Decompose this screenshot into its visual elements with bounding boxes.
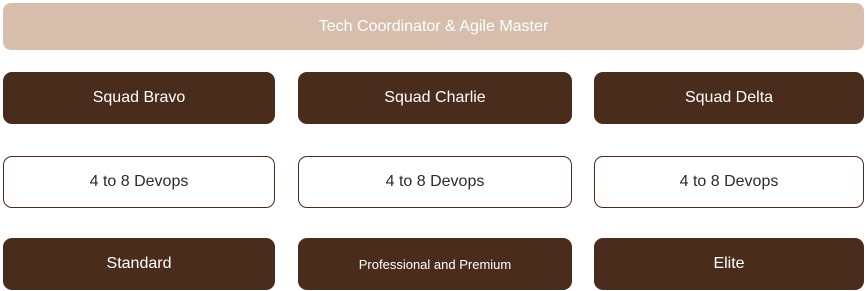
squad-name: Squad Delta (684, 89, 774, 106)
coordinator-header: Tech Coordinator & Agile Master (3, 3, 864, 50)
squad-charlie-tier-box: Professional and Premium (298, 238, 572, 290)
squad-charlie-box: Squad Charlie (298, 72, 572, 124)
tier-label: Standard (106, 255, 172, 272)
squad-bravo-box: Squad Bravo (3, 72, 275, 124)
squad-bravo-team-box: 4 to 8 Devops (3, 156, 275, 208)
tier-label: Professional and Premium (358, 256, 512, 272)
team-size: 4 to 8 Devops (679, 173, 779, 190)
coordinator-title: Tech Coordinator & Agile Master (318, 17, 549, 35)
squad-name: Squad Bravo (92, 89, 186, 106)
squad-delta-team-box: 4 to 8 Devops (594, 156, 864, 208)
team-size: 4 to 8 Devops (385, 173, 485, 190)
squad-charlie-team-box: 4 to 8 Devops (298, 156, 572, 208)
team-size: 4 to 8 Devops (89, 173, 189, 190)
squad-bravo-tier-box: Standard (3, 238, 275, 290)
squad-name: Squad Charlie (384, 89, 486, 106)
tier-label: Elite (713, 255, 745, 272)
squad-delta-tier-box: Elite (594, 238, 864, 290)
squad-delta-box: Squad Delta (594, 72, 864, 124)
